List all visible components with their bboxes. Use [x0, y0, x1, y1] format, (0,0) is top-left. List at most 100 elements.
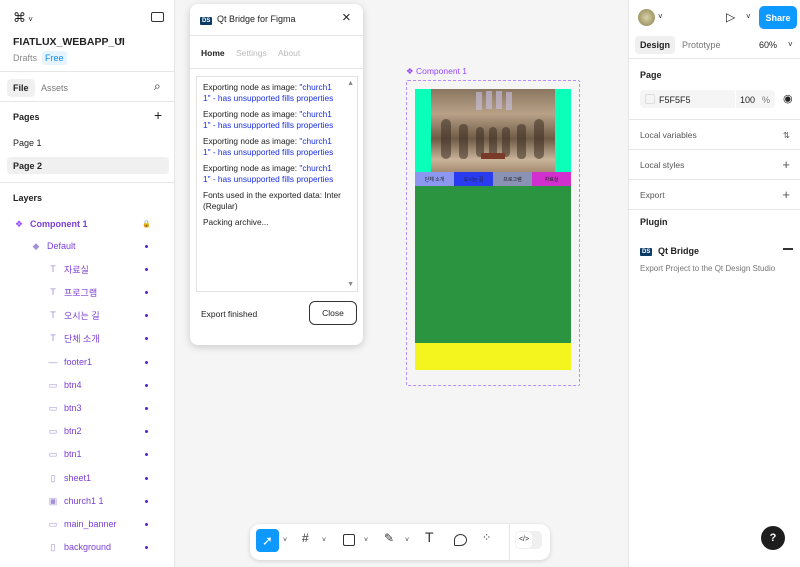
component-label[interactable]: ❖ Component 1	[406, 66, 467, 77]
tab-settings[interactable]: Settings	[236, 48, 267, 58]
chevron-down-icon[interactable]: ˅	[364, 537, 368, 544]
help-button[interactable]: ?	[761, 526, 785, 550]
layer-dot-icon	[145, 360, 148, 364]
play-icon[interactable]: ▷	[726, 10, 735, 24]
layer-item[interactable]: ▭ btn3	[0, 398, 175, 418]
zoom-level[interactable]: 60%	[759, 40, 777, 50]
tab-assets[interactable]: Assets	[41, 83, 68, 93]
figma-menu-icon[interactable]: ⌘ ˅	[13, 10, 33, 26]
page-item-selected[interactable]: Page 2	[7, 157, 169, 174]
text-tool-icon[interactable]: T	[425, 529, 434, 545]
close-icon[interactable]: ×	[342, 9, 351, 26]
page-item[interactable]: Page 1	[13, 138, 42, 148]
layer-item[interactable]: T 자료실	[0, 259, 175, 279]
text-icon: T	[50, 287, 56, 297]
log-entry: Exporting node as image: "church1 1" - h…	[203, 163, 341, 184]
dev-mode-toggle[interactable]: </>	[515, 531, 542, 549]
comment-tool-icon[interactable]	[454, 534, 467, 546]
scroll-up-icon[interactable]: ▲	[347, 80, 354, 87]
file-location[interactable]: Drafts	[13, 53, 37, 63]
log-entry: Exporting node as image: "church1 1" - h…	[203, 109, 341, 130]
actions-icon[interactable]: ⁘	[482, 531, 491, 544]
chevron-down-icon[interactable]: ˅	[746, 12, 751, 21]
avatar[interactable]	[638, 9, 655, 26]
plugin-section-title: Plugin	[640, 217, 668, 227]
frame-tool-icon[interactable]: #	[302, 531, 309, 545]
layer-name: main_banner	[64, 519, 117, 529]
local-variables-row[interactable]: Local variables ⇅	[640, 130, 790, 141]
layer-item[interactable]: ▯ background	[0, 537, 175, 557]
log-text: Exporting node as image:	[203, 163, 300, 173]
chevron-down-icon[interactable]: ˅	[405, 537, 409, 544]
search-icon[interactable]: ⌕	[154, 79, 161, 94]
tab-design[interactable]: Design	[635, 36, 676, 54]
minus-icon[interactable]	[783, 248, 793, 250]
export-row[interactable]: Export +	[640, 187, 790, 202]
bottom-toolbar	[250, 524, 550, 560]
tab-prototype[interactable]: Prototype	[682, 40, 721, 50]
layer-item[interactable]: ❖ Component 1 🔒	[0, 214, 175, 234]
add-style-icon[interactable]: +	[782, 157, 790, 172]
layer-item[interactable]: T 프로그램	[0, 282, 175, 302]
layer-name: footer1	[64, 357, 93, 367]
tab-about[interactable]: About	[278, 48, 300, 58]
layer-item[interactable]: — footer1	[0, 352, 175, 372]
lock-icon[interactable]: 🔒	[142, 220, 151, 228]
eye-icon[interactable]: ◉	[783, 92, 793, 105]
rect-icon: ▭	[48, 402, 58, 413]
layer-item[interactable]: ▯ sheet1	[0, 468, 175, 488]
chevron-down-icon[interactable]: ˅	[322, 537, 326, 544]
rect-icon: ▭	[48, 379, 58, 390]
layer-name: btn2	[64, 426, 82, 436]
layer-name: 단체 소개	[64, 333, 100, 344]
nav-button-4[interactable]: 자료실	[532, 172, 571, 186]
layer-item[interactable]: ▣ church1 1	[0, 491, 175, 511]
layer-dot-icon	[145, 452, 148, 456]
move-tool-icon[interactable]: ➚	[256, 529, 279, 552]
layer-name: 프로그램	[64, 287, 98, 298]
sidebar-toggle-icon[interactable]	[151, 12, 164, 22]
chevron-down-icon[interactable]: ˅	[283, 537, 287, 544]
church-image[interactable]	[431, 89, 555, 172]
log-text: Exporting node as image:	[203, 136, 300, 146]
nav-button-3[interactable]: 프로그램	[493, 172, 532, 186]
chevron-down-icon[interactable]: ˅	[788, 40, 793, 49]
layer-item[interactable]: T 단체 소개	[0, 328, 175, 348]
add-export-icon[interactable]: +	[782, 187, 790, 202]
tab-file[interactable]: File	[7, 79, 35, 97]
nav-button-1[interactable]: 단체 소개	[415, 172, 454, 186]
chevron-down-icon[interactable]: ˅	[118, 36, 123, 45]
footer1[interactable]	[415, 343, 571, 370]
layer-item[interactable]: ▭ main_banner	[0, 514, 175, 534]
layer-item[interactable]: ◆ Default	[0, 236, 175, 256]
layer-item[interactable]: ▭ btn1	[0, 444, 175, 464]
opacity-value[interactable]: 100	[740, 95, 755, 105]
share-button[interactable]: Share	[759, 6, 797, 29]
export-log[interactable]: Exporting node as image: "church1 1" - h…	[196, 76, 358, 292]
pen-tool-icon[interactable]: ✎	[384, 531, 394, 545]
variant-icon: ◆	[32, 240, 40, 251]
layers-title: Layers	[13, 193, 43, 203]
page-color-value[interactable]: F5F5F5	[659, 95, 691, 105]
chevron-down-icon[interactable]: ˅	[658, 12, 663, 21]
color-swatch[interactable]	[645, 94, 655, 104]
add-page-icon[interactable]: +	[154, 107, 162, 123]
log-text: Exporting node as image:	[203, 109, 300, 119]
layer-dot-icon	[145, 429, 148, 433]
rectangle-tool-icon[interactable]	[343, 534, 355, 546]
tab-home[interactable]: Home	[201, 48, 225, 58]
layer-item[interactable]: ▭ btn2	[0, 421, 175, 441]
local-styles-label: Local styles	[640, 160, 685, 170]
close-button[interactable]: Close	[309, 301, 357, 325]
page-color-field[interactable]: F5F5F5 100 %	[640, 90, 775, 108]
variables-adjust-icon[interactable]: ⇅	[783, 130, 790, 141]
local-styles-row[interactable]: Local styles +	[640, 157, 790, 172]
layer-item[interactable]: T 오시는 길	[0, 305, 175, 325]
layer-dot-icon	[145, 499, 148, 503]
scroll-down-icon[interactable]: ▼	[347, 281, 354, 288]
nav-button-2[interactable]: 오시는 길	[454, 172, 493, 186]
plugin-name[interactable]: Qt Bridge	[658, 246, 699, 256]
sheet1[interactable]	[415, 186, 571, 343]
layer-item[interactable]: ▭ btn4	[0, 375, 175, 395]
file-name[interactable]: FIATLUX_WEBAPP_UI	[13, 36, 125, 48]
